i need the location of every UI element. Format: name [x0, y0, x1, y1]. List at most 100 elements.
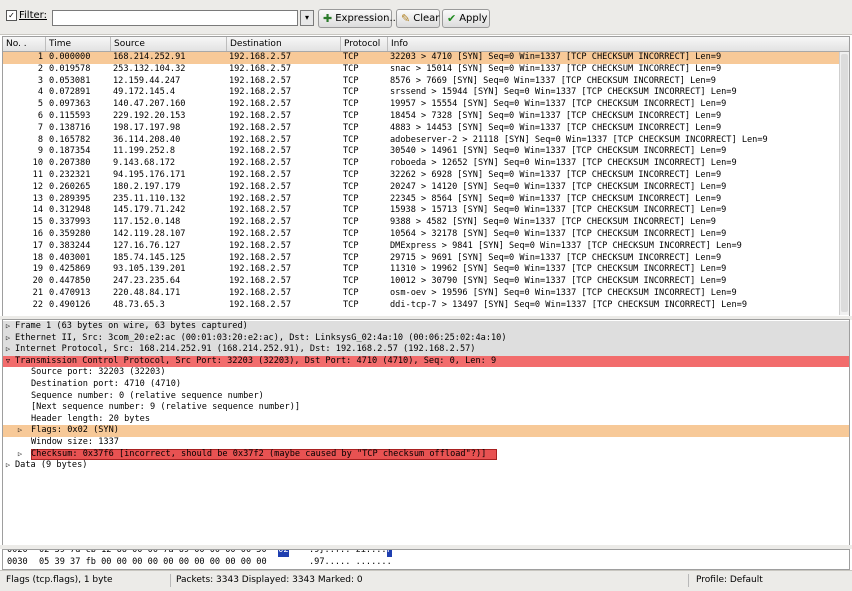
- detail-row[interactable]: Sequence number: 0 (relative sequence nu…: [3, 391, 849, 403]
- packet-src-cell: 11.199.252.8: [113, 146, 176, 157]
- detail-row-text: Flags: 0x02 (SYN): [31, 425, 119, 436]
- packet-row[interactable]: 12 0.260265 180.2.197.179 192.168.2.57 TCP 20…: [3, 182, 839, 194]
- packet-row[interactable]: 18 0.403001 185.74.145.125 192.168.2.57 TCP 2…: [3, 253, 839, 265]
- packet-time-cell: 0.115593: [49, 110, 91, 121]
- detail-row[interactable]: Source port: 32203 (32203): [3, 367, 849, 379]
- packet-row[interactable]: 10 0.207380 9.143.68.172 192.168.2.57 TCP rob…: [3, 158, 839, 170]
- detail-row[interactable]: ▷ Data (9 bytes): [3, 460, 849, 472]
- apply-button[interactable]: ✔ Apply: [442, 9, 490, 28]
- packet-details-pane[interactable]: ▷ Frame 1 (63 bytes on wire, 63 bytes cap…: [2, 319, 850, 547]
- detail-row[interactable]: [Next sequence number: 9 (relative seque…: [3, 402, 849, 414]
- packet-row[interactable]: 15 0.337993 117.152.0.148 192.168.2.57 TCP 93…: [3, 217, 839, 229]
- packet-info-cell: adobeserver-2 > 21118 [SYN] Seq=0 Win=13…: [390, 134, 768, 145]
- column-header-source[interactable]: Source: [111, 37, 227, 51]
- packet-dst-cell: 192.168.2.57: [229, 299, 292, 310]
- packet-dst-cell: 192.168.2.57: [229, 181, 292, 192]
- packet-time-cell: 0.187354: [49, 146, 91, 157]
- packet-row[interactable]: 21 0.470913 220.48.84.171 192.168.2.57 TCP os…: [3, 288, 839, 300]
- packet-row[interactable]: 20 0.447850 247.23.235.64 192.168.2.57 TCP 10…: [3, 276, 839, 288]
- detail-row[interactable]: ▷ Flags: 0x02 (SYN): [3, 425, 849, 437]
- packet-dst-cell: 192.168.2.57: [229, 110, 292, 121]
- packet-dst-cell: 192.168.2.57: [229, 276, 292, 287]
- packet-src-cell: 48.73.65.3: [113, 299, 165, 310]
- ascii-bytes-highlight: P: [387, 550, 393, 557]
- packet-proto-cell: TCP: [343, 158, 359, 169]
- packet-row[interactable]: 3 0.053081 12.159.44.247 192.168.2.57 TCP 857…: [3, 76, 839, 88]
- detail-row-text: Header length: 20 bytes: [31, 413, 150, 424]
- packet-row[interactable]: 7 0.138716 198.17.197.98 192.168.2.57 TCP 488…: [3, 123, 839, 135]
- expand-triangle-open-icon[interactable]: ▽: [3, 356, 13, 368]
- packet-row[interactable]: 4 0.072891 49.172.145.4 192.168.2.57 TCP srss…: [3, 87, 839, 99]
- packet-no-cell: 13: [32, 193, 43, 204]
- column-header-time[interactable]: Time: [46, 37, 111, 51]
- packet-bytes-pane[interactable]: 001000 31 0d 48 00 00 80 06 45 6b a8 d6 …: [2, 549, 850, 570]
- packet-row[interactable]: 6 0.115593 229.192.20.153 192.168.2.57 TCP 18…: [3, 111, 839, 123]
- expand-triangle-closed-icon[interactable]: ▷: [15, 425, 25, 437]
- packet-info-cell: 11310 > 19962 [SYN] Seq=0 Win=1337 [TCP …: [390, 264, 727, 275]
- packet-row[interactable]: 2 0.019578 253.132.104.32 192.168.2.57 TCP sn…: [3, 64, 839, 76]
- packet-proto-cell: TCP: [343, 205, 359, 216]
- expression-button[interactable]: ✚ Expression...: [318, 9, 399, 28]
- detail-row[interactable]: ▷ Checksum: 0x37f6 [incorrect, should be …: [3, 448, 849, 461]
- packet-proto-cell: TCP: [343, 276, 359, 287]
- status-profile[interactable]: Profile: Default: [696, 575, 763, 585]
- packet-row[interactable]: 19 0.425869 93.105.139.201 192.168.2.57 TCP 1…: [3, 264, 839, 276]
- detail-row-text: Ethernet II, Src: 3com_20:e2:ac (00:01:0…: [15, 332, 507, 343]
- detail-row[interactable]: Header length: 20 bytes: [3, 414, 849, 426]
- packet-info-cell: 10012 > 30790 [SYN] Seq=0 Win=1337 [TCP …: [390, 276, 727, 287]
- packet-dst-cell: 192.168.2.57: [229, 63, 292, 74]
- chevron-down-icon[interactable]: ▾: [300, 10, 314, 26]
- detail-row[interactable]: ▷ Ethernet II, Src: 3com_20:e2:ac (00:01:…: [3, 332, 849, 345]
- packet-src-cell: 185.74.145.125: [113, 252, 186, 263]
- packet-src-cell: 145.179.71.242: [113, 205, 186, 216]
- filter-label[interactable]: ✓ Filter:: [6, 10, 47, 21]
- packet-info-cell: 19957 > 15554 [SYN] Seq=0 Win=1337 [TCP …: [390, 99, 727, 110]
- packet-proto-cell: TCP: [343, 75, 359, 86]
- detail-row[interactable]: ▷ Frame 1 (63 bytes on wire, 63 bytes cap…: [3, 321, 849, 333]
- expand-triangle-closed-icon[interactable]: ▷: [3, 321, 13, 333]
- detail-row[interactable]: ▽ Transmission Control Protocol, Src Port…: [3, 355, 849, 368]
- detail-row[interactable]: Window size: 1337: [3, 437, 849, 449]
- detail-row[interactable]: Destination port: 4710 (4710): [3, 379, 849, 391]
- expand-triangle-closed-icon[interactable]: ▷: [3, 460, 13, 472]
- column-header-no[interactable]: No. .: [3, 37, 46, 51]
- column-header-info[interactable]: Info: [388, 37, 849, 51]
- packet-row[interactable]: 5 0.097363 140.47.207.160 192.168.2.57 TCP 19…: [3, 99, 839, 111]
- expand-triangle-closed-icon[interactable]: ▷: [3, 344, 13, 356]
- packet-row[interactable]: 8 0.165782 36.114.208.40 192.168.2.57 TCP ado…: [3, 135, 839, 147]
- packet-src-cell: 168.214.252.91: [113, 52, 186, 62]
- packet-row[interactable]: 13 0.289395 235.11.110.132 192.168.2.57 TCP 2…: [3, 194, 839, 206]
- packet-list-scrollbar[interactable]: [839, 52, 849, 315]
- scrollbar-thumb[interactable]: [841, 54, 848, 312]
- packet-row[interactable]: 1 0.000000 168.214.252.91 192.168.2.57 TCP 32…: [3, 52, 839, 64]
- packet-dst-cell: 192.168.2.57: [229, 99, 292, 110]
- packet-proto-cell: TCP: [343, 181, 359, 192]
- status-separator: [688, 574, 689, 587]
- clear-button[interactable]: ✎ Clear: [396, 9, 440, 28]
- packet-no-cell: 4: [37, 87, 43, 98]
- filter-input[interactable]: [52, 10, 298, 26]
- packet-proto-cell: TCP: [343, 87, 359, 98]
- packet-row[interactable]: 17 0.383244 127.16.76.127 192.168.2.57 TCP DM…: [3, 241, 839, 253]
- expand-triangle-closed-icon[interactable]: ▷: [3, 333, 13, 345]
- packet-info-cell: 32203 > 4710 [SYN] Seq=0 Win=1337 [TCP C…: [390, 52, 722, 62]
- packet-row[interactable]: 9 0.187354 11.199.252.8 192.168.2.57 TCP 3054…: [3, 146, 839, 158]
- packet-row[interactable]: 11 0.232321 94.195.176.171 192.168.2.57 TCP 3…: [3, 170, 839, 182]
- detail-row[interactable]: ▷ Internet Protocol, Src: 168.214.252.91 …: [3, 344, 849, 356]
- packet-no-cell: 5: [37, 99, 43, 110]
- hex-bytes: 02 39 7d cb 12 66 00 00 7a 69 00 00 00 0…: [39, 549, 267, 556]
- packet-row[interactable]: 22 0.490126 48.73.65.3 192.168.2.57 TCP ddi-t…: [3, 300, 839, 312]
- column-header-protocol[interactable]: Protocol: [341, 37, 388, 51]
- packet-src-cell: 142.119.28.107: [113, 228, 186, 239]
- expand-triangle-closed-icon[interactable]: ▷: [15, 449, 25, 461]
- packet-dst-cell: 192.168.2.57: [229, 122, 292, 133]
- filter-checkbox-icon[interactable]: ✓: [6, 10, 17, 21]
- packet-info-cell: snac > 15014 [SYN] Seq=0 Win=1337 [TCP C…: [390, 63, 722, 74]
- packet-row[interactable]: 14 0.312948 145.179.71.242 192.168.2.57 TCP 1…: [3, 205, 839, 217]
- column-header-destination[interactable]: Destination: [227, 37, 341, 51]
- detail-row-text: Data (9 bytes): [15, 460, 88, 471]
- packet-list[interactable]: No. . Time Source Destination Protocol I…: [2, 36, 850, 317]
- packet-proto-cell: TCP: [343, 193, 359, 204]
- packet-row[interactable]: 16 0.359280 142.119.28.107 192.168.2.57 TCP 1…: [3, 229, 839, 241]
- filter-label-text: Filter:: [19, 10, 47, 21]
